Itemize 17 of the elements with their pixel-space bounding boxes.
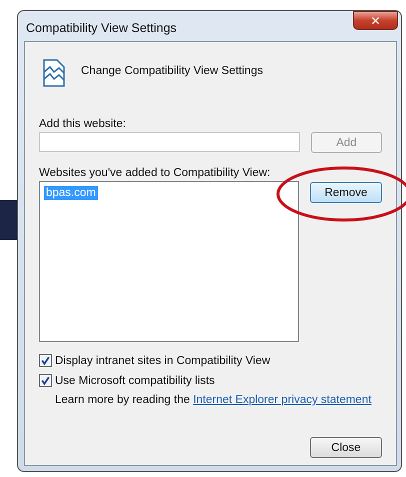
page-background-bar xyxy=(0,200,17,240)
checkbox-label: Use Microsoft compatibility lists xyxy=(55,374,215,386)
list-item[interactable]: bpas.com xyxy=(44,186,98,200)
checkbox-label: Display intranet sites in Compatibility View xyxy=(55,354,270,366)
checkbox[interactable] xyxy=(39,354,52,367)
privacy-statement-link[interactable]: Internet Explorer privacy statement xyxy=(193,394,372,406)
learn-more-text: Learn more by reading the Internet Explorer privacy statement xyxy=(55,394,372,406)
document-icon xyxy=(42,58,66,88)
remove-button[interactable]: Remove xyxy=(310,182,382,203)
close-button[interactable]: ✕ xyxy=(353,11,398,30)
list-label: Websites you've added to Compatibility View: xyxy=(39,167,272,179)
dialog-heading: Change Compatibility View Settings xyxy=(81,65,263,77)
window-title: Compatibility View Settings xyxy=(26,21,177,35)
field-label: Add this website: xyxy=(39,118,127,130)
website-input-field[interactable] xyxy=(39,132,300,152)
close-dialog-button[interactable]: Close xyxy=(310,437,382,458)
checkbox[interactable] xyxy=(39,374,52,387)
